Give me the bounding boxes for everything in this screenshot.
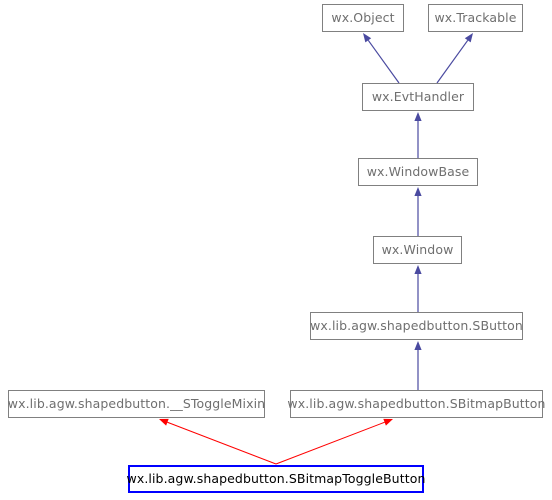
- class-node-stogglemixin[interactable]: wx.lib.agw.shapedbutton.__SToggleMixin: [8, 390, 265, 418]
- arrowhead-icon: [383, 418, 393, 426]
- class-inheritance-diagram: wx.Object wx.Trackable wx.EvtHandler wx.Win…: [0, 0, 552, 500]
- arrowhead-icon: [464, 33, 473, 43]
- edge-wx_evthandler-to-wx_object: [363, 33, 400, 84]
- class-node-label: wx.lib.agw.shapedbutton.SBitmapToggleBut…: [126, 470, 426, 486]
- class-node-wx_evthandler[interactable]: wx.EvtHandler: [362, 83, 474, 111]
- arrowhead-icon: [159, 418, 169, 426]
- class-node-label: wx.lib.agw.shapedbutton.__SToggleMixin: [7, 395, 266, 411]
- class-node-wx_object[interactable]: wx.Object: [322, 4, 404, 32]
- class-node-label: wx.EvtHandler: [371, 88, 465, 104]
- class-node-wx_window[interactable]: wx.Window: [373, 236, 462, 264]
- edge-wx_windowbase-to-wx_evthandler: [414, 112, 422, 158]
- edge-layer: [159, 33, 473, 465]
- class-node-sbitmapbutton[interactable]: wx.lib.agw.shapedbutton.SBitmapButton: [287, 390, 546, 418]
- class-node-label: wx.lib.agw.shapedbutton.SBitmapButton: [287, 395, 546, 411]
- class-node-sbitmaptogglebutton[interactable]: wx.lib.agw.shapedbutton.SBitmapToggleBut…: [126, 465, 426, 493]
- class-node-label: wx.lib.agw.shapedbutton.SButton: [310, 317, 523, 333]
- edge-wx_window-to-wx_windowbase: [414, 187, 422, 236]
- arrowhead-icon: [414, 187, 422, 196]
- edge-sbutton-to-wx_window: [414, 265, 422, 312]
- arrowhead-icon: [414, 265, 422, 274]
- edge-sbitmapbutton-to-sbutton: [414, 341, 422, 390]
- edge-sbitmaptogglebutton-to-sbitmapbutton: [275, 418, 393, 465]
- class-node-label: wx.WindowBase: [366, 163, 470, 179]
- arrowhead-icon: [414, 112, 422, 121]
- arrowhead-icon: [414, 341, 422, 350]
- class-node-sbutton[interactable]: wx.lib.agw.shapedbutton.SButton: [310, 312, 523, 340]
- arrowhead-icon: [363, 33, 372, 43]
- class-node-label: wx.Window: [381, 241, 454, 257]
- edge-sbitmaptogglebutton-to-stogglemixin: [159, 418, 277, 465]
- edge-wx_evthandler-to-wx_trackable: [436, 33, 473, 84]
- class-node-label: wx.Trackable: [434, 9, 517, 25]
- class-node-label: wx.Object: [331, 9, 395, 25]
- class-node-wx_windowbase[interactable]: wx.WindowBase: [358, 158, 478, 186]
- class-node-wx_trackable[interactable]: wx.Trackable: [428, 4, 523, 32]
